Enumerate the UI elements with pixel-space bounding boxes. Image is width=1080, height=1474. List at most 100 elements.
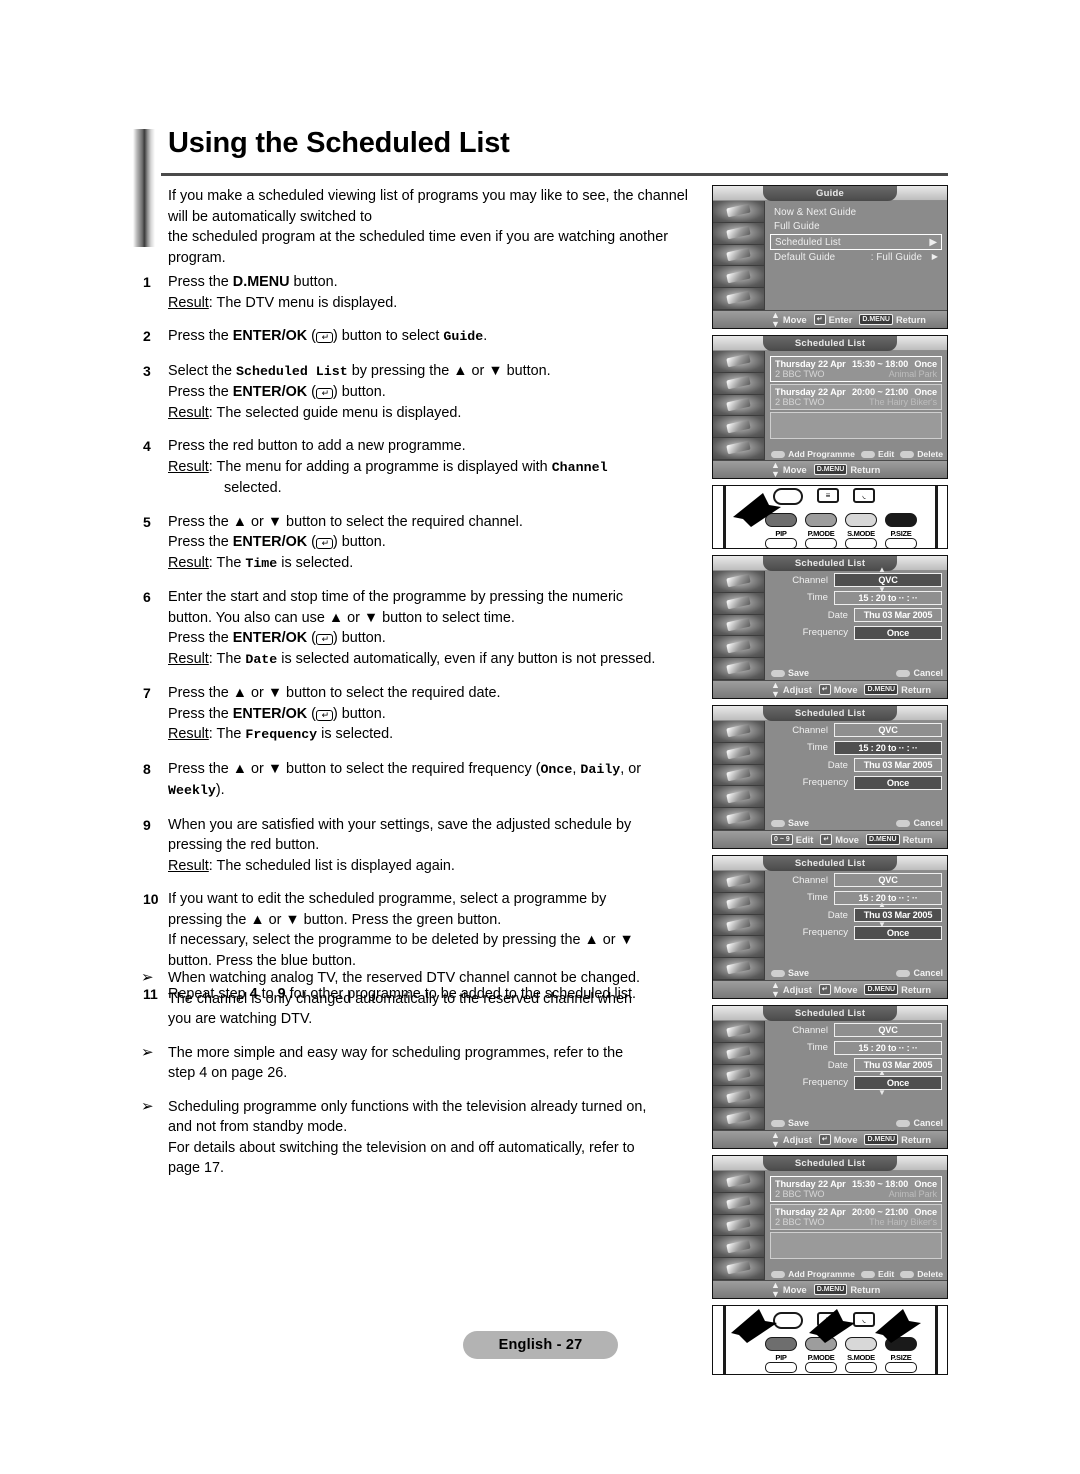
hint-adjust: ▲ ▼ Adjust [771, 1130, 812, 1148]
sidebar-thumb-icon [713, 416, 764, 439]
tv-panel-form-channel: Scheduled List ▲ Channel QVC ▼ Time 15:… [712, 555, 948, 699]
intro-line-1: If you make a scheduled viewing list of … [168, 188, 688, 204]
remote-exit-button[interactable]: ◟ [853, 488, 875, 503]
remote-secondary-button[interactable] [845, 1362, 877, 1373]
hint-return-label: Return [850, 464, 881, 475]
field-value-date[interactable]: Thu 03 Mar 2005 [854, 908, 942, 922]
schedule-form: ▲ Channel QVC ▼ Time 15 : 20 to ·· : ·· … [765, 566, 947, 680]
remote-secondary-button[interactable] [805, 1362, 837, 1373]
hint-move: ↵ Move [818, 1134, 857, 1145]
panel-title: Scheduled List [763, 856, 897, 871]
sidebar-thumb-icon [713, 1108, 764, 1130]
step-line: Result: The scheduled list is displayed … [168, 857, 455, 874]
save-button[interactable]: Save [771, 1118, 809, 1128]
hint-return: D.MENU Return [865, 834, 933, 845]
enter-ok-key-icon [315, 388, 333, 399]
color-button-add-programme[interactable]: Add Programme [771, 449, 855, 459]
note-item: ➢ The more simple and easy way for schedu… [138, 1043, 720, 1084]
remote-secondary-button[interactable] [765, 1362, 797, 1373]
field-value-time[interactable]: 15 : 20 to ·· : ·· [834, 740, 942, 755]
step-line: Press the ENTER/OK () button. [168, 628, 720, 649]
step-line: Press the red button to add a new progra… [168, 438, 466, 454]
color-button-edit[interactable]: Edit [860, 449, 894, 459]
form-action-hints: Save Cancel [771, 1118, 943, 1128]
note-line: you are watching DTV. [168, 1011, 313, 1027]
step-number: 9 [143, 816, 151, 833]
save-button[interactable]: Save [771, 668, 809, 678]
remote-button-labels: PIP P.MODE S.MODE P.SIZE [765, 529, 917, 538]
step-line: Select the Scheduled List by pressing th… [168, 362, 551, 379]
remote-list-button[interactable]: ≡ [817, 488, 839, 503]
hint-edit-label: Edit [795, 834, 814, 845]
color-button-add-programme[interactable]: Add Programme [771, 1269, 855, 1279]
result-label: Result [168, 458, 209, 475]
panel-title: Scheduled List [763, 1006, 897, 1021]
cancel-button[interactable]: Cancel [896, 818, 943, 828]
field-value-time[interactable]: 15 : 20 to ·· : ·· [834, 1040, 942, 1055]
menu-item-scheduled-list[interactable]: Scheduled List ▶ [770, 234, 942, 250]
field-value-frequency[interactable]: Once [854, 925, 942, 940]
remote-label-smode: S.MODE [847, 1353, 875, 1362]
menu-item-default-guide[interactable]: Default Guide : Full Guide ▶ [770, 251, 942, 265]
field-value-frequency[interactable]: Once [854, 775, 942, 790]
menu-item-now-next[interactable]: Now & Next Guide [770, 205, 942, 219]
table-row[interactable]: Thursday 22 Apr 15:30 ~ 18:00 Once 2 BBC… [770, 1176, 942, 1202]
panel-body: Channel QVC Time 15 : 20 to ·· : ·· Date… [713, 721, 947, 830]
step-number: 6 [143, 589, 151, 605]
field-value-time[interactable]: 15 : 20 to ·· : ·· [834, 890, 942, 905]
save-button[interactable]: Save [771, 818, 809, 828]
remote-button-psize[interactable] [885, 513, 917, 527]
menu-item-full-guide[interactable]: Full Guide [770, 220, 942, 234]
sidebar-thumb-icon [713, 1042, 764, 1065]
panel-icon-sidebar [713, 571, 765, 680]
field-value-date[interactable]: Thu 03 Mar 2005 [854, 758, 942, 772]
field-value-time[interactable]: 15 : 20 to ·· : ·· [834, 590, 942, 605]
schedule-form: Channel QVC Time 15 : 20 to ·· : ·· ▲ Da… [765, 871, 947, 980]
sidebar-thumb-icon [713, 1021, 764, 1043]
color-button-delete[interactable]: Delete [900, 1269, 943, 1279]
hint-move-label: Move [833, 984, 858, 995]
remote-secondary-button[interactable] [845, 538, 877, 548]
panel-icon-sidebar [713, 201, 765, 310]
field-value-channel[interactable]: QVC [834, 873, 942, 887]
table-row[interactable]: Thursday 22 Apr 20:00 ~ 21:00 Once 2 BBC… [770, 384, 942, 410]
panel-icon-sidebar [713, 1021, 765, 1130]
field-value-frequency[interactable]: Once [854, 625, 942, 640]
field-value-date[interactable]: Thu 03 Mar 2005 [854, 608, 942, 622]
remote-left-edge [723, 1306, 726, 1374]
note-line: step 4 on page 26. [168, 1065, 288, 1081]
table-row[interactable]: Thursday 22 Apr 15:30 ~ 18:00 Once 2 BBC… [770, 356, 942, 382]
color-button-edit[interactable]: Edit [860, 1269, 894, 1279]
color-button-label: Delete [917, 449, 943, 459]
remote-secondary-button[interactable] [885, 1362, 917, 1373]
field-value-date[interactable]: Thu 03 Mar 2005 [854, 1058, 942, 1072]
field-value-channel[interactable]: QVC [834, 723, 942, 737]
hint-adjust-label: Adjust [782, 684, 812, 695]
field-value-frequency[interactable]: Once [854, 1075, 942, 1090]
remote-secondary-button[interactable] [765, 538, 797, 548]
panel-footer-hints: ▲ ▼ Adjust ↵ Move D.MENU Return [713, 680, 947, 698]
note-line: Scheduling programme only functions with… [168, 1098, 647, 1115]
cancel-button[interactable]: Cancel [896, 668, 943, 678]
remote-secondary-button[interactable] [885, 538, 917, 548]
sidebar-thumb-icon [713, 871, 764, 893]
cancel-label: Cancel [913, 968, 943, 978]
enter-key-icon: ↵ [818, 1134, 831, 1145]
field-value-channel[interactable]: QVC [834, 1023, 942, 1037]
save-button[interactable]: Save [771, 968, 809, 978]
field-label-date: Date [827, 1059, 848, 1071]
note-item: ➢ When watching analog TV, the reserved D… [138, 968, 720, 1030]
table-row[interactable]: Thursday 22 Apr 20:00 ~ 21:00 Once 2 BBC… [770, 1204, 942, 1230]
panel-title: Scheduled List [763, 1156, 897, 1171]
remote-button-smode[interactable] [845, 513, 877, 527]
remote-button-pmode[interactable] [805, 513, 837, 527]
enter-ok-key-icon [315, 332, 333, 343]
color-button-delete[interactable]: Delete [900, 449, 943, 459]
cancel-button[interactable]: Cancel [896, 968, 943, 978]
remote-secondary-button[interactable] [805, 538, 837, 548]
cancel-button[interactable]: Cancel [896, 1118, 943, 1128]
field-value-channel[interactable]: QVC [834, 573, 942, 587]
step-number: 5 [143, 513, 151, 530]
step-line: Press the ENTER/OK () button. [168, 704, 720, 725]
sidebar-thumb-icon [713, 636, 764, 659]
